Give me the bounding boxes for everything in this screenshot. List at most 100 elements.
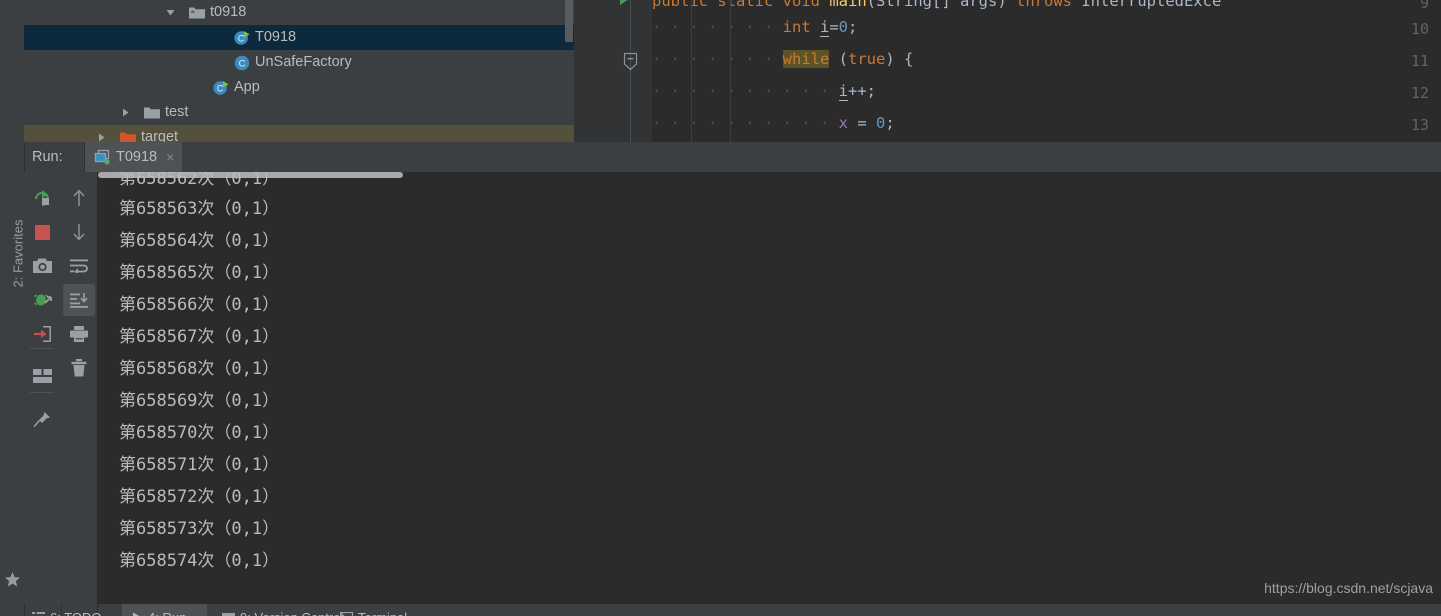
statusbar-tick: [24, 604, 25, 616]
gutter-divider: [630, 0, 631, 142]
indent-guide: [691, 0, 692, 142]
java-class-icon: C: [234, 50, 250, 75]
vcs-icon: [222, 612, 235, 616]
camera-icon[interactable]: [26, 250, 58, 282]
layout-panes-icon[interactable]: [26, 360, 58, 392]
run-configuration-icon: [94, 149, 110, 165]
tree-row-t0918[interactable]: t0918: [24, 0, 574, 25]
statusbar-item-label: 6: TODO: [50, 610, 102, 616]
stop-button[interactable]: [26, 216, 58, 248]
code-line[interactable]: · · · · · · · · · · x = 0;: [652, 114, 895, 132]
run-gutter-icon[interactable]: [618, 0, 630, 6]
soft-wrap-icon[interactable]: [63, 250, 95, 282]
run-tab-label: T0918: [116, 149, 158, 165]
tree-row-label: T0918: [255, 29, 297, 45]
trash-icon[interactable]: [63, 352, 95, 384]
terminal-icon: [340, 611, 353, 616]
tree-row-unsafefactory[interactable]: C UnSafeFactory: [24, 50, 574, 75]
bug-attach-icon[interactable]: [26, 284, 58, 316]
tree-row-label: t0918: [210, 4, 247, 20]
java-class-runnable-icon: C: [234, 25, 250, 50]
tree-row-label: test: [165, 104, 189, 120]
statusbar-item-todo[interactable]: 6: TODO: [32, 606, 102, 616]
pin-icon[interactable]: [26, 404, 58, 436]
printer-icon[interactable]: [63, 318, 95, 350]
console-line: 第658563次（0,1）: [119, 199, 280, 219]
line-number: 9: [1419, 0, 1429, 12]
package-folder-icon: [189, 0, 205, 25]
run-toolbar-left: [24, 172, 61, 604]
console-line: 第658570次（0,1）: [119, 423, 280, 443]
folder-excluded-icon: [120, 125, 136, 142]
statusbar-item-label: 4: Run: [148, 610, 186, 616]
tree-row-label: UnSafeFactory: [255, 54, 352, 70]
chevron-right-icon[interactable]: [96, 125, 107, 142]
editor-gutter[interactable]: [574, 0, 652, 142]
top-area: t0918 C T0918 C UnSafeFactory C App test target …: [0, 0, 1441, 142]
favorites-sidebar-strip[interactable]: 2: Favorites: [0, 172, 26, 604]
arrow-down-icon[interactable]: [63, 216, 95, 248]
console-line: 第658562次（0,1）: [119, 172, 280, 189]
run-tab-t0918[interactable]: T0918 ×: [85, 142, 183, 172]
watermark-text: https://blog.csdn.net/scjava: [1264, 580, 1433, 596]
console-line: 第658573次（0,1）: [119, 519, 280, 539]
folder-icon: [144, 100, 160, 125]
statusbar-item-versioncontrol[interactable]: 9: Version Control: [222, 606, 343, 616]
header-divider: [24, 142, 25, 172]
console-line: 第658572次（0,1）: [119, 487, 280, 507]
statusbar-item-label: 9: Version Control: [240, 610, 343, 616]
run-toolwindow-header: Run: T0918 ×: [0, 142, 1441, 172]
scroll-to-end-icon[interactable]: [63, 284, 95, 316]
run-label: Run:: [32, 149, 63, 165]
rerun-button[interactable]: [26, 182, 58, 214]
code-fold-icon[interactable]: [623, 52, 638, 71]
tree-row-label: target: [141, 129, 179, 142]
console-line: 第658571次（0,1）: [119, 455, 280, 475]
tree-scrollbar-thumb[interactable]: [565, 0, 573, 42]
toolbar-separator-2: [30, 392, 54, 393]
star-icon: [4, 571, 21, 588]
code-line[interactable]: public static void main(String[] args) t…: [652, 0, 1221, 10]
console-line: 第658566次（0,1）: [119, 295, 280, 315]
project-tree[interactable]: t0918 C T0918 C UnSafeFactory C App test target: [24, 0, 574, 142]
ide-window: t0918 C T0918 C UnSafeFactory C App test target …: [0, 0, 1441, 616]
tree-row-test[interactable]: test: [24, 100, 574, 125]
toolbar-separator: [30, 348, 54, 349]
tree-row-target[interactable]: target: [24, 125, 574, 142]
console-output[interactable]: 第658562次（0,1） 第658563次（0,1） 第658564次（0,1） 第…: [97, 172, 1441, 604]
statusbar-item-terminal[interactable]: Terminal: [340, 606, 407, 616]
chevron-down-icon[interactable]: [165, 0, 176, 25]
statusbar-item-run[interactable]: 4: Run: [132, 606, 186, 616]
indent-guide: [730, 0, 731, 142]
header-divider-2: [84, 142, 85, 172]
statusbar-item-label: Terminal: [358, 610, 407, 616]
export-arrow-icon[interactable]: [26, 318, 58, 350]
tree-row-label: App: [234, 79, 260, 95]
status-bar: 6: TODO 4: Run 9: Version Control Terminal: [0, 604, 1441, 616]
console-line: 第658564次（0,1）: [119, 231, 280, 251]
console-line: 第658567次（0,1）: [119, 327, 280, 347]
line-number: 12: [1410, 84, 1429, 102]
run-triangle-icon: [132, 612, 143, 616]
svg-text:C: C: [239, 58, 246, 69]
java-class-runnable-icon: C: [213, 75, 229, 100]
code-line[interactable]: · · · · · · · int i=0;: [652, 18, 857, 37]
svg-text:C: C: [238, 33, 245, 43]
code-line[interactable]: · · · · · · · · · · i++;: [652, 82, 876, 101]
left-rail-top: [0, 0, 24, 142]
tree-row-t0918[interactable]: C T0918: [24, 25, 574, 50]
tree-row-app[interactable]: C App: [24, 75, 574, 100]
console-line: 第658569次（0,1）: [119, 391, 280, 411]
code-editor[interactable]: 9 public static void main(String[] args) …: [574, 0, 1441, 142]
line-number: 11: [1410, 52, 1429, 70]
svg-text:C: C: [217, 83, 224, 93]
run-toolbar-right: [61, 172, 97, 604]
close-icon[interactable]: ×: [166, 150, 174, 164]
chevron-right-icon[interactable]: [120, 100, 131, 125]
line-number: 10: [1410, 20, 1429, 38]
todo-icon: [32, 611, 45, 616]
line-number: 13: [1410, 116, 1429, 134]
console-line: 第658574次（0,1）: [119, 551, 280, 571]
arrow-up-icon[interactable]: [63, 182, 95, 214]
tree-scrollbar[interactable]: [565, 0, 574, 142]
